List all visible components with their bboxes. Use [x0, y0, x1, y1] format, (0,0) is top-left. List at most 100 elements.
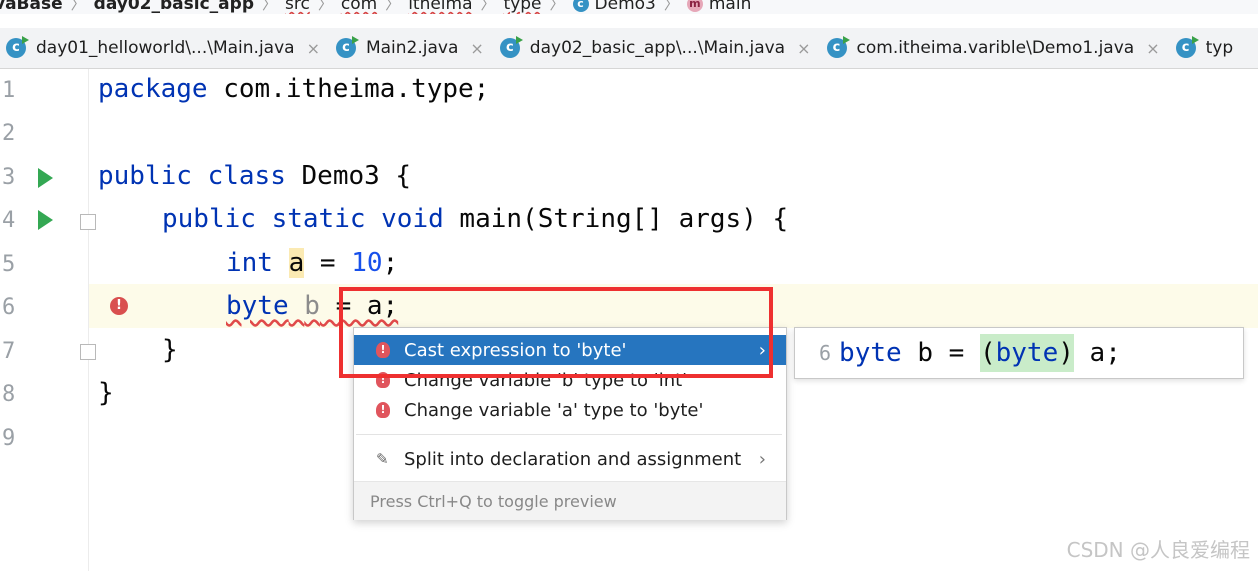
breadcrumb-separator: 〉 — [663, 0, 679, 13]
tab-day01-main[interactable]: c day01_helloworld\...\Main.java × — [0, 28, 330, 68]
tab-label: typ — [1205, 38, 1234, 58]
keyword: int — [226, 248, 273, 278]
keyword: public — [162, 204, 256, 234]
breadcrumb-separator: 〉 — [480, 0, 496, 13]
code-text: } — [162, 335, 178, 365]
class-icon: c — [572, 0, 589, 12]
tab-main2[interactable]: c Main2.java × — [330, 28, 494, 68]
tab-type-partial[interactable]: c typ — [1170, 28, 1244, 68]
popup-divider — [356, 434, 782, 435]
keyword: package — [98, 74, 208, 104]
class-run-icon: c — [335, 36, 359, 58]
line-number: 9 — [2, 426, 16, 451]
breadcrumb-item-project[interactable]: vaBase — [0, 0, 63, 14]
breadcrumb-separator: 〉 — [385, 0, 401, 13]
keyword: public — [98, 161, 192, 191]
breadcrumb-separator: 〉 — [70, 0, 86, 13]
line-number: 5 — [2, 252, 16, 277]
code-text-error: = a; — [319, 291, 399, 321]
variable-highlight: a — [288, 248, 305, 278]
intention-change-a-type[interactable]: Change variable 'a' type to 'byte' — [354, 395, 786, 425]
error-bulb-icon — [376, 372, 390, 388]
code-line-1: package com.itheima.type; — [98, 74, 489, 104]
line-number: 6 — [2, 295, 16, 320]
edit-icon: ✎ — [376, 450, 389, 468]
close-icon[interactable]: × — [1146, 39, 1159, 58]
run-class-icon[interactable] — [38, 168, 53, 188]
breadcrumb-method-label: main — [708, 0, 752, 14]
breadcrumb-item-module[interactable]: day02_basic_app — [94, 0, 254, 14]
breadcrumb-separator: 〉 — [262, 0, 278, 13]
tab-demo1[interactable]: c com.itheima.varible\Demo1.java × — [821, 28, 1170, 68]
code-text: Demo3 { — [285, 161, 412, 191]
code-line-6: byte b = a; — [226, 291, 398, 321]
code-text: com.itheima.type; — [207, 74, 490, 104]
class-run-icon: c — [826, 36, 850, 58]
tab-label: Main2.java — [365, 38, 459, 58]
close-icon[interactable]: × — [307, 39, 320, 58]
close-icon[interactable]: × — [470, 39, 483, 58]
code-line-7: } — [162, 335, 178, 365]
keyword: byte — [839, 338, 902, 368]
close-icon[interactable]: × — [797, 39, 810, 58]
method-icon: m — [686, 0, 703, 12]
cast-highlight: (byte) — [979, 334, 1074, 372]
keyword: void — [381, 204, 444, 234]
class-run-icon: c — [499, 36, 523, 58]
popup-footer: Press Ctrl+Q to toggle preview — [354, 481, 786, 520]
code-line-8: } — [98, 378, 114, 408]
breadcrumb-item-src[interactable]: src — [285, 0, 310, 14]
code-line-4: public static void main(String[] args) { — [162, 204, 788, 234]
code-line-5: int a = 10; — [226, 248, 398, 278]
code-text: ; — [382, 248, 399, 278]
tab-day02-main[interactable]: c day02_basic_app\...\Main.java × — [494, 28, 821, 68]
run-method-icon[interactable] — [38, 210, 53, 230]
code-text: a; — [1073, 338, 1121, 368]
code-text: = — [304, 248, 352, 278]
current-line-highlight — [0, 284, 1258, 328]
cast-text: (byte) — [979, 338, 1074, 368]
breadcrumb-item-com[interactable]: com — [341, 0, 377, 14]
error-bulb-icon — [376, 402, 390, 418]
tab-label: com.itheima.varible\Demo1.java — [856, 38, 1135, 58]
editor-gutter: 1 2 3 4 5 6 7 8 9 — [0, 69, 96, 571]
line-number: 4 — [2, 208, 16, 233]
line-number: 2 — [2, 121, 16, 146]
intention-preview: 6 byte b = (byte) a; — [794, 327, 1244, 379]
code-text: b = — [901, 338, 980, 368]
breadcrumb-separator: 〉 — [549, 0, 565, 13]
keyword: class — [207, 161, 286, 191]
line-number: 7 — [2, 339, 16, 364]
class-run-icon: c — [6, 36, 29, 58]
chevron-right-icon: › — [758, 448, 766, 470]
intention-label: Split into declaration and assignment — [404, 448, 742, 470]
code-text: main(String[] args) { — [443, 204, 789, 234]
keyword: static — [271, 204, 366, 234]
line-number: 1 — [2, 78, 16, 103]
fold-icon[interactable] — [80, 344, 96, 360]
intention-cast-to-byte[interactable]: Cast expression to 'byte' › — [354, 335, 786, 365]
error-bulb-icon — [376, 342, 390, 358]
line-number: 3 — [2, 165, 16, 190]
breadcrumb: vaBase 〉 day02_basic_app 〉 src 〉 com 〉 i… — [0, 0, 1258, 14]
intention-split-declaration[interactable]: ✎ Split into declaration and assignment … — [354, 444, 786, 474]
line-number: 8 — [2, 382, 16, 407]
breadcrumb-item-method[interactable]: m main — [686, 0, 752, 14]
keyword-error: byte — [226, 291, 289, 321]
intention-label: Cast expression to 'byte' — [404, 339, 627, 361]
fold-icon[interactable] — [80, 214, 96, 230]
tab-label: day01_helloworld\...\Main.java — [36, 38, 295, 58]
preview-line-number: 6 — [819, 341, 832, 365]
tab-label: day02_basic_app\...\Main.java — [529, 38, 786, 58]
breadcrumb-item-itheima[interactable]: itheima — [408, 0, 472, 14]
breadcrumb-item-class[interactable]: c Demo3 — [572, 0, 656, 14]
unused-variable: b — [304, 291, 320, 321]
error-bulb-icon[interactable]: ! — [110, 297, 128, 315]
code-text: } — [98, 378, 114, 408]
popup-footer-hint: Press Ctrl+Q to toggle preview — [370, 491, 617, 511]
breadcrumb-item-type[interactable]: type — [504, 0, 542, 14]
intention-change-b-type[interactable]: Change variable 'b' type to 'int' — [354, 365, 786, 395]
number-literal: 10 — [351, 248, 383, 278]
watermark: CSDN @人良爱编程 — [1066, 538, 1250, 562]
intention-label: Change variable 'b' type to 'int' — [404, 369, 688, 391]
